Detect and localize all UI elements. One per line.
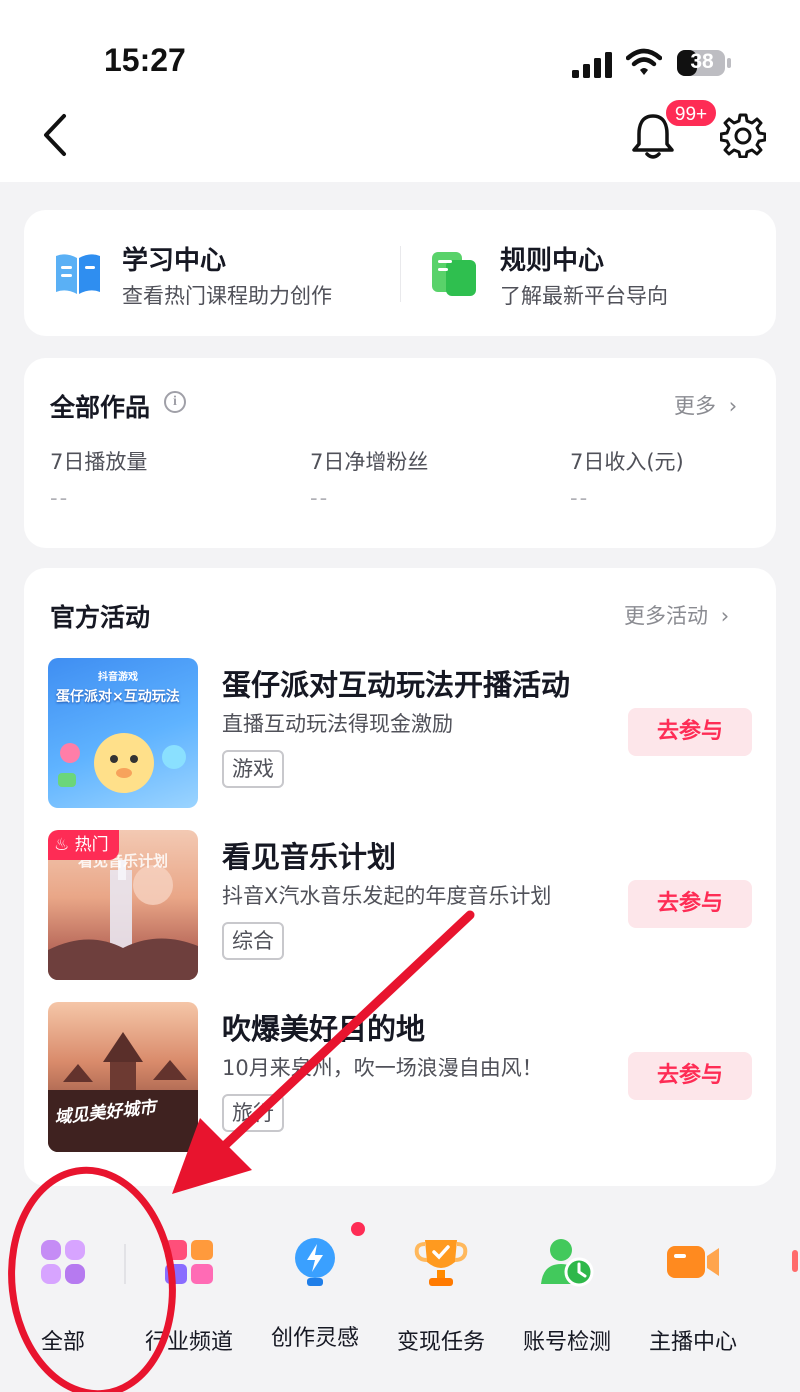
event-title: 看见音乐计划 — [222, 840, 397, 874]
flame-icon: ♨ — [54, 835, 70, 855]
stat-value: -- — [570, 486, 590, 510]
tool-shortcut-row: 全部 行业频道 创作灵感 变现任务 账号检测 主播中心 — [0, 1208, 800, 1392]
event-description: 抖音X汽水音乐发起的年度音乐计划 — [222, 884, 552, 908]
lightbulb-icon — [285, 1222, 365, 1292]
stat-label: 7日净增粉丝 — [310, 450, 429, 474]
trophy-icon — [414, 1240, 468, 1286]
grid-icon — [41, 1240, 85, 1284]
event-tag: 综合 — [222, 922, 284, 960]
battery-level: 38 — [690, 50, 714, 73]
mascot-illustration — [58, 733, 186, 793]
stat-income[interactable]: 7日收入(元) -- — [570, 446, 684, 510]
event-thumbnail[interactable]: 抖音游戏 蛋仔派对×互动玩法 — [48, 658, 198, 808]
status-time: 15:27 — [104, 42, 186, 78]
learning-card: 学习中心 查看热门课程助力创作 规则中心 了解最新平台导向 — [24, 210, 776, 336]
info-icon[interactable]: i — [164, 391, 186, 413]
chevron-right-icon: › — [720, 604, 730, 628]
events-card: 官方活动 更多活动 › 抖音游戏 蛋仔派对×互动玩法 蛋仔派对互动玩法开播活动 … — [24, 568, 776, 1186]
works-more-label: 更多 — [674, 394, 716, 418]
learning-center-title: 学习中心 — [122, 246, 227, 276]
event-item[interactable]: 域见美好城市 吹爆美好目的地 10月来泉州，吹一场浪漫自由风！ 旅行 去参与 — [48, 1002, 754, 1152]
works-card: 全部作品 i 更多 › 7日播放量 -- 7日净增粉丝 -- 7日收入(元) -… — [24, 358, 776, 548]
stat-label: 7日收入(元) — [570, 450, 684, 474]
event-tag: 旅行 — [222, 1094, 284, 1132]
battery-icon: 38 — [676, 48, 732, 78]
events-title: 官方活动 — [50, 603, 151, 632]
tool-account-check[interactable]: 账号检测 — [504, 1232, 630, 1356]
learning-center-entry[interactable]: 学习中心 查看热门课程助力创作 — [24, 210, 394, 336]
tool-industry-channel[interactable]: 行业频道 — [126, 1232, 252, 1356]
events-more-label: 更多活动 — [624, 604, 708, 628]
tool-label: 变现任务 — [396, 1330, 485, 1355]
top-bar: 15:27 38 99+ — [0, 0, 800, 182]
event-description: 直播互动玩法得现金激励 — [222, 712, 453, 736]
notification-dot — [351, 1222, 365, 1236]
wifi-icon — [626, 48, 662, 75]
event-title: 蛋仔派对互动玩法开播活动 — [222, 668, 571, 702]
rules-document-icon — [432, 252, 476, 296]
camera-icon — [667, 1246, 719, 1278]
tool-label: 主播中心 — [648, 1330, 737, 1355]
notification-badge: 99+ — [664, 98, 718, 128]
hot-badge: ♨ 热门 — [48, 830, 119, 860]
events-more-link[interactable]: 更多活动 › — [624, 600, 729, 630]
hot-badge-label: 热门 — [74, 835, 109, 855]
tool-next-partial[interactable] — [786, 1232, 800, 1342]
works-title: 全部作品 — [50, 393, 151, 422]
stat-plays[interactable]: 7日播放量 -- — [50, 446, 147, 510]
event-thumbnail[interactable]: 域见美好城市 — [48, 1002, 198, 1152]
tool-creative-inspiration[interactable]: 创作灵感 — [252, 1222, 378, 1352]
stat-value: -- — [50, 486, 70, 510]
join-button[interactable]: 去参与 — [628, 880, 752, 928]
settings-gear-icon[interactable] — [720, 112, 766, 158]
city-illustration — [48, 1032, 198, 1152]
cellular-signal-icon — [572, 52, 612, 78]
stat-value: -- — [310, 486, 330, 510]
tool-label: 创作灵感 — [270, 1326, 359, 1351]
join-button[interactable]: 去参与 — [628, 1052, 752, 1100]
rules-center-entry[interactable]: 规则中心 了解最新平台导向 — [404, 210, 774, 336]
tool-label: 账号检测 — [522, 1330, 611, 1355]
account-check-icon — [541, 1239, 594, 1287]
tool-label: 行业频道 — [144, 1330, 233, 1355]
thumbnail-brand: 抖音游戏 — [98, 672, 138, 683]
tool-label: 全部 — [40, 1330, 85, 1355]
stat-label: 7日播放量 — [50, 450, 148, 474]
event-title: 吹爆美好目的地 — [222, 1012, 426, 1046]
rules-center-subtitle: 了解最新平台导向 — [500, 284, 668, 308]
stat-followers[interactable]: 7日净增粉丝 -- — [310, 446, 428, 510]
industry-channel-icon — [165, 1240, 213, 1284]
learning-center-subtitle: 查看热门课程助力创作 — [122, 284, 332, 308]
thumbnail-caption: 蛋仔派对×互动玩法 — [56, 689, 180, 705]
event-item[interactable]: 看见音乐计划 ♨ 热门 看见音乐计划 抖音X汽水音乐发起的年度音乐计划 综合 去… — [48, 830, 754, 980]
rules-center-title: 规则中心 — [500, 246, 605, 276]
tool-streamer-center[interactable]: 主播中心 — [630, 1232, 756, 1356]
divider — [400, 246, 401, 302]
chevron-right-icon: › — [728, 394, 738, 418]
works-more-link[interactable]: 更多 › — [674, 390, 737, 420]
event-thumbnail[interactable]: 看见音乐计划 ♨ 热门 — [48, 830, 198, 980]
event-tag: 游戏 — [222, 750, 284, 788]
back-icon[interactable] — [34, 110, 78, 160]
tool-all[interactable]: 全部 — [0, 1232, 126, 1356]
event-description: 10月来泉州，吹一场浪漫自由风！ — [222, 1056, 543, 1080]
tool-monetization-tasks[interactable]: 变现任务 — [378, 1232, 504, 1356]
join-button[interactable]: 去参与 — [628, 708, 752, 756]
event-item[interactable]: 抖音游戏 蛋仔派对×互动玩法 蛋仔派对互动玩法开播活动 直播互动玩法得现金激励 … — [48, 658, 754, 808]
book-icon — [56, 254, 100, 294]
